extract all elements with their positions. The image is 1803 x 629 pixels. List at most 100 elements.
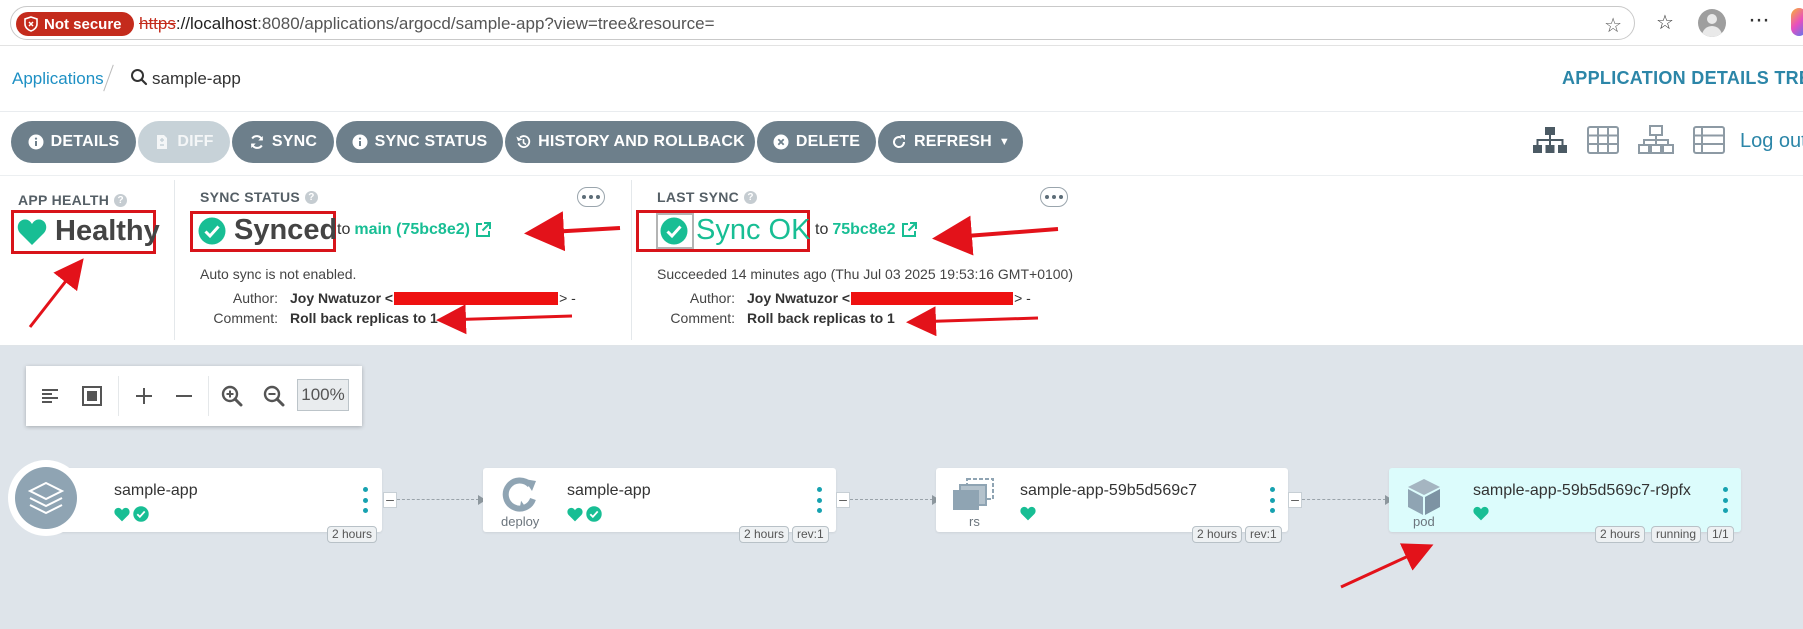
comment-key: Comment: xyxy=(213,310,278,326)
node-kind-label: rs xyxy=(969,514,980,529)
favorites-list-icon[interactable]: ☆ xyxy=(1656,10,1674,35)
author-name: Joy Nwatuzor < xyxy=(747,290,851,306)
collapse-toggle[interactable]: – xyxy=(1288,492,1302,508)
author-key: Author: xyxy=(689,290,735,306)
collapse-toggle[interactable]: – xyxy=(383,492,397,508)
diff-button[interactable]: DIFF xyxy=(138,121,230,163)
section-divider xyxy=(174,180,175,340)
address-bar[interactable]: Not secure https://localhost:8080/applic… xyxy=(10,6,1635,40)
comment-value: Roll back replicas to 1 xyxy=(290,310,438,326)
pods-grid-icon[interactable] xyxy=(1585,125,1621,155)
kebab-menu-icon[interactable] xyxy=(362,487,368,513)
help-icon[interactable]: ? xyxy=(744,190,758,204)
not-secure-label: Not secure xyxy=(44,15,122,33)
age-tag: 2 hours xyxy=(327,526,378,543)
comment-key: Comment: xyxy=(670,310,735,326)
info-icon xyxy=(352,134,368,150)
sync-status-value: Synced xyxy=(234,214,338,246)
details-label: DETAILS xyxy=(50,133,120,150)
list-view-icon[interactable] xyxy=(1691,125,1727,155)
more-options-icon[interactable]: ··· xyxy=(1748,6,1770,34)
replicaset-node[interactable]: rs sample-app-59b5d569c7 xyxy=(936,468,1288,532)
heart-icon xyxy=(1473,506,1489,521)
auto-sync-note: Auto sync is not enabled. xyxy=(200,266,357,282)
containers-ready-tag: 1/1 xyxy=(1707,526,1734,543)
zoom-level-display[interactable]: 100% xyxy=(297,379,349,411)
profile-avatar[interactable] xyxy=(1698,9,1726,37)
not-secure-badge[interactable]: Not secure xyxy=(16,12,134,36)
kebab-menu-icon[interactable] xyxy=(816,487,822,513)
breadcrumb-current-app[interactable]: sample-app xyxy=(152,69,241,89)
sync-target: to main (75bc8e2) xyxy=(337,221,492,239)
file-diff-icon xyxy=(157,135,168,149)
app-node[interactable]: sample-app xyxy=(48,468,382,532)
sync-status-button[interactable]: SYNC STATUS xyxy=(336,121,503,163)
node-status-icons xyxy=(1020,506,1036,521)
history-rollback-label: HISTORY AND ROLLBACK xyxy=(538,133,745,150)
pod-node[interactable]: pod sample-app-59b5d569c7-r9pfx xyxy=(1389,468,1741,532)
caret-down-icon[interactable]: ▼ xyxy=(999,136,1010,148)
delete-circle-icon xyxy=(773,134,789,150)
status-panel: APP HEALTH ? Healthy SYNC STATUS ? Synce… xyxy=(0,176,1803,346)
author-tail: > - xyxy=(1014,290,1031,306)
url-text[interactable]: https://localhost:8080/applications/argo… xyxy=(139,14,715,34)
tree-view-icon[interactable] xyxy=(1532,125,1568,155)
collapse-all-icon[interactable] xyxy=(168,380,200,412)
app-header: Applications sample-app APPLICATION DETA… xyxy=(0,46,1803,112)
last-sync-succeeded: Succeeded 14 minutes ago (Thu Jul 03 202… xyxy=(657,266,1073,282)
sync-button[interactable]: SYNC xyxy=(232,121,334,163)
age-tag: 2 hours xyxy=(739,526,790,543)
app-health-label: APP HEALTH ? xyxy=(18,192,128,208)
refresh-label: REFRESH xyxy=(914,133,992,150)
logout-link[interactable]: Log out xyxy=(1740,130,1803,153)
copilot-icon[interactable] xyxy=(1791,8,1803,36)
network-view-icon[interactable] xyxy=(1638,125,1674,155)
comment-value: Roll back replicas to 1 xyxy=(747,310,895,326)
zoom-in-icon[interactable] xyxy=(216,380,248,412)
last-sync-to-text: to xyxy=(815,221,829,238)
deployment-node[interactable]: deploy sample-app xyxy=(483,468,836,532)
breadcrumb-applications[interactable]: Applications xyxy=(12,69,104,89)
action-toolbar: DETAILS DIFF SYNC SYNC STATUS HISTORY AN… xyxy=(0,112,1803,176)
app-node-icon[interactable] xyxy=(8,460,84,536)
help-icon[interactable]: ? xyxy=(114,193,128,207)
heart-icon xyxy=(567,507,583,521)
refresh-icon xyxy=(893,135,906,148)
collapse-toggle[interactable]: – xyxy=(836,492,850,508)
last-sync-label-text: LAST SYNC xyxy=(657,189,740,205)
details-button[interactable]: DETAILS xyxy=(11,121,136,163)
favorite-star-icon[interactable]: ☆ xyxy=(1604,13,1622,38)
external-link-icon[interactable] xyxy=(900,221,918,239)
sync-status-value-wrap[interactable]: Synced xyxy=(198,214,337,247)
help-icon[interactable]: ? xyxy=(305,190,319,204)
align-left-icon[interactable] xyxy=(34,380,66,412)
sync-revision-link[interactable]: main (75bc8e2) xyxy=(354,221,470,239)
check-circle-icon xyxy=(660,217,688,244)
revision-tag: rev:1 xyxy=(1245,526,1282,543)
external-link-icon[interactable] xyxy=(474,221,492,239)
last-sync-label: LAST SYNC ? xyxy=(657,189,758,205)
shield-warning-icon xyxy=(24,16,38,32)
sync-status-more-button[interactable] xyxy=(577,187,605,207)
last-sync-revision-link[interactable]: 75bc8e2 xyxy=(832,221,895,239)
history-rollback-button[interactable]: HISTORY AND ROLLBACK xyxy=(505,121,755,163)
resource-tree-canvas[interactable]: 100% sample-app 2 hours – deploy sample-… xyxy=(0,346,1803,629)
last-sync-more-button[interactable] xyxy=(1040,187,1068,207)
fit-screen-icon[interactable] xyxy=(76,380,108,412)
toolbar-divider xyxy=(118,376,119,416)
app-health-value: Healthy xyxy=(55,215,160,247)
expand-all-icon[interactable] xyxy=(128,380,160,412)
last-sync-value-wrap[interactable]: Sync OK xyxy=(660,214,810,247)
zoom-out-icon[interactable] xyxy=(258,380,290,412)
kebab-menu-icon[interactable] xyxy=(1269,487,1275,513)
heart-icon xyxy=(1020,506,1036,521)
node-title: sample-app xyxy=(567,482,651,499)
node-kind-label: deploy xyxy=(501,514,540,529)
delete-button[interactable]: DELETE xyxy=(757,121,876,163)
app-health-status[interactable]: Healthy xyxy=(17,215,160,248)
kebab-menu-icon[interactable] xyxy=(1722,487,1728,513)
search-icon[interactable] xyxy=(130,68,148,86)
refresh-button[interactable]: REFRESH ▼ xyxy=(878,121,1023,163)
author-tail: > - xyxy=(559,290,576,306)
node-title: sample-app-59b5d569c7-r9pfx xyxy=(1473,482,1691,499)
